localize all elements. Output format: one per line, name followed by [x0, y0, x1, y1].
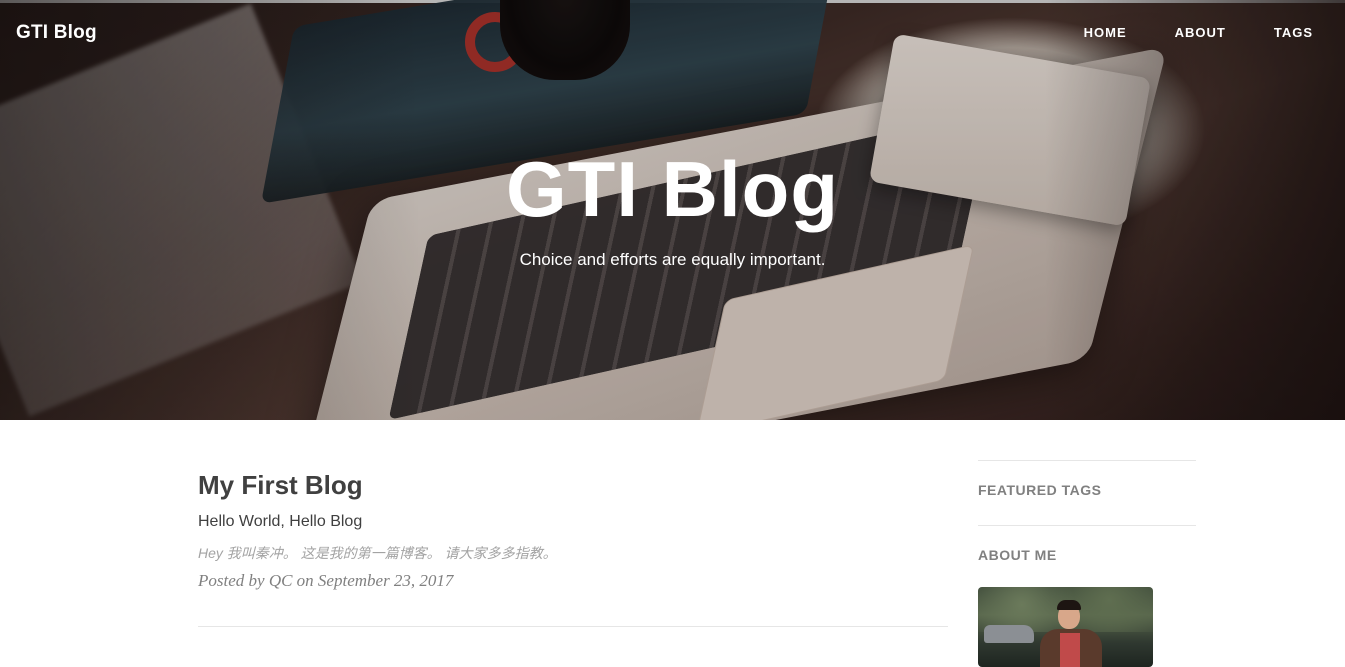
avatar-photo-car — [984, 625, 1034, 643]
avatar-photo-hair — [1057, 600, 1081, 610]
nav-link-home[interactable]: HOME — [1084, 25, 1127, 40]
avatar-photo-shirt — [1060, 633, 1080, 667]
post-subtitle: Hello World, Hello Blog — [198, 513, 363, 530]
featured-tags-section: FEATURED TAGS — [978, 460, 1196, 525]
site-title: GTI Blog — [506, 145, 839, 233]
hero-header: GTI Blog HOME ABOUT TAGS GTI Blog Choice… — [0, 0, 1345, 420]
nav-link-about[interactable]: ABOUT — [1175, 25, 1226, 40]
hero-heading-block: GTI Blog Choice and efforts are equally … — [0, 150, 1345, 270]
post-preview: My First Blog Hello World, Hello Blog He… — [198, 470, 948, 591]
post-excerpt: Hey 我叫秦冲。 这是我的第一篇博客。 请大家多多指教。 — [198, 545, 557, 561]
brand-link[interactable]: GTI Blog — [16, 22, 97, 44]
featured-tags-heading: FEATURED TAGS — [978, 482, 1102, 498]
post-divider — [198, 626, 948, 627]
post-meta: Posted by QC on September 23, 2017 — [198, 571, 454, 590]
main-nav: HOME ABOUT TAGS — [1036, 25, 1313, 40]
avatar — [978, 587, 1153, 667]
post-title-link[interactable]: My First Blog — [198, 470, 948, 501]
about-me-heading: ABOUT ME — [978, 547, 1057, 563]
about-me-section: ABOUT ME — [978, 525, 1196, 667]
sidebar: FEATURED TAGS ABOUT ME — [978, 460, 1196, 667]
nav-link-tags[interactable]: TAGS — [1274, 25, 1313, 40]
site-subtitle: Choice and efforts are equally important… — [519, 250, 826, 269]
